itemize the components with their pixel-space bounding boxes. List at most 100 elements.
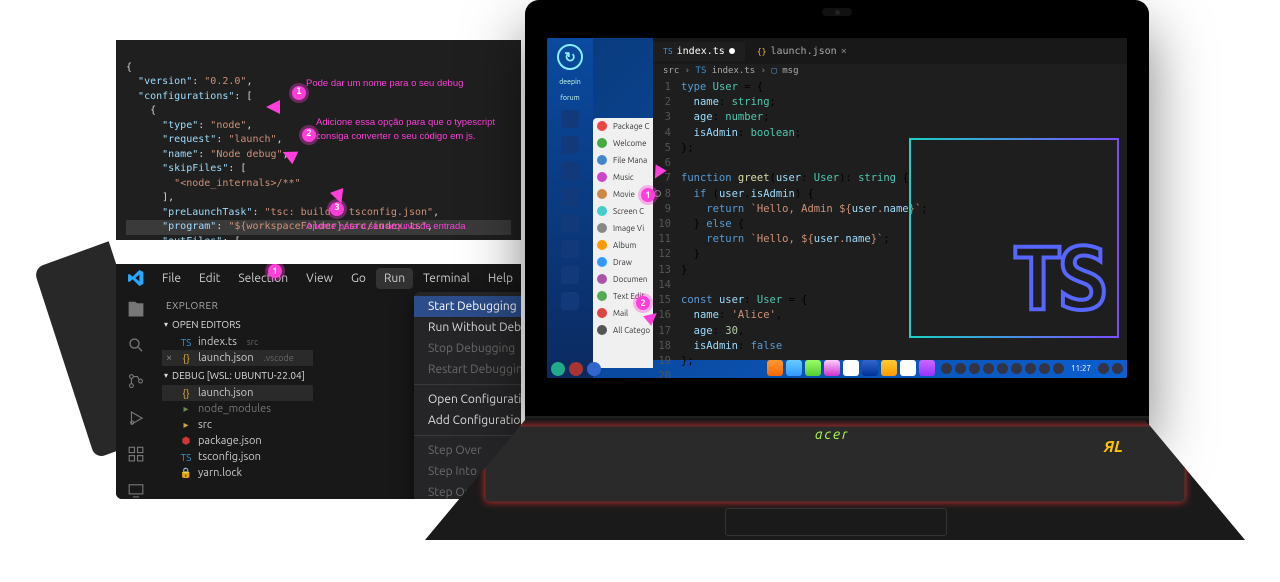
menu-edit[interactable]: Edit [191,268,228,289]
folder-icon: ▸ [180,419,192,431]
debug-icon[interactable] [125,409,147,427]
dock-icon[interactable] [862,360,878,376]
dock-icon[interactable] [900,360,916,376]
app-category[interactable]: Image Vi [593,220,653,237]
launcher-icon[interactable] [561,266,579,284]
close-editor-icon[interactable]: × [166,352,172,364]
dock-icon[interactable] [805,360,821,376]
category-icon [597,138,607,148]
appstore-panel: Package CWelcomeFile ManaMusicMovieScree… [593,118,653,368]
menu-go[interactable]: Go [343,268,374,289]
category-icon [597,121,607,131]
tree-src[interactable]: ▸src [162,417,313,433]
activity-bar [116,292,156,499]
app-icon[interactable] [569,362,583,376]
camera-icon [822,8,852,16]
tree-launch[interactable]: {}launch.json [162,385,313,401]
app-icon[interactable] [587,362,601,376]
app-category[interactable]: Music [593,169,653,186]
laptop: ↻ deepin forum Package CWelcomeFile Mana… [425,0,1175,582]
launcher-icon[interactable] [561,110,579,128]
app-category[interactable]: Documen [593,271,653,288]
category-icon [597,206,607,216]
dock-icon[interactable] [824,360,840,376]
unsaved-dot-icon [729,48,735,54]
deepin-forum: forum [560,94,579,102]
search-icon[interactable] [125,336,147,354]
watermark: ЯL [1104,438,1123,456]
launcher-icon[interactable] [561,188,579,206]
clock[interactable]: 11:27 [1067,364,1095,373]
deepin-logo-icon[interactable]: ↻ [557,44,583,70]
section-open-editors[interactable]: ▾OPEN EDITORS [162,315,313,334]
app-category[interactable]: Album [593,237,653,254]
tree-node-modules[interactable]: ▸node_modules [162,401,313,417]
extensions-icon[interactable] [125,445,147,463]
category-icon [597,291,607,301]
category-icon [597,240,607,250]
source-control-icon[interactable] [125,372,147,390]
sidebar-explorer: EXPLORER ▾OPEN EDITORS TSindex.tssrc ×{}… [156,292,319,499]
remote-icon[interactable] [125,481,147,499]
tray-icon[interactable] [941,363,952,374]
launcher-icon[interactable] [561,240,579,258]
tray-icon[interactable] [1039,363,1050,374]
tray-icon[interactable] [997,363,1008,374]
app-category[interactable]: Screen C [593,203,653,220]
menu-selection[interactable]: Selection [230,268,296,289]
tree-tsconfig[interactable]: TStsconfig.json [162,449,313,465]
close-tab-icon[interactable]: × [841,46,847,57]
explorer-icon[interactable] [125,300,147,318]
power-icon[interactable] [551,362,565,376]
breakpoint-unverified-icon[interactable] [654,190,661,197]
launcher-icon[interactable] [561,136,579,154]
tray-icon[interactable] [1025,363,1036,374]
category-icon [597,223,607,233]
variable-icon: ▢ [771,66,776,76]
launcher-icon[interactable] [561,292,579,310]
explorer-header: EXPLORER [162,296,313,315]
menu-run[interactable]: Run [376,268,413,289]
app-category[interactable]: File Mana [593,152,653,169]
launcher-icon[interactable] [561,214,579,232]
launcher-icon[interactable] [561,162,579,180]
tray-icon[interactable] [1053,363,1064,374]
tray-icon[interactable] [983,363,994,374]
dock-icon[interactable] [786,360,802,376]
ts-file-icon: TS [180,451,192,463]
json-file-icon: {} [180,387,192,399]
tray-icon[interactable] [1011,363,1022,374]
menu-file[interactable]: File [154,268,189,289]
tree-yarnlock[interactable]: 🔒yarn.lock [162,465,313,481]
dock-icon[interactable] [843,360,859,376]
app-category[interactable]: All Catego [593,322,653,339]
tree-package[interactable]: ⬢package.json [162,433,313,449]
section-debug[interactable]: ▾DEBUG [WSL: UBUNTU-22.04] [162,366,313,385]
bottom-left-icons [551,362,601,376]
open-editor-launch[interactable]: ×{}launch.json.vscode [162,350,313,366]
npm-icon: ⬢ [180,435,192,447]
open-editor-index[interactable]: TSindex.tssrc [162,334,313,350]
app-category[interactable]: Welcome [593,135,653,152]
system-tray: 11:27 [941,360,1123,376]
dock-icon[interactable] [767,360,783,376]
app-category[interactable]: Package C [593,118,653,135]
tray-icon[interactable] [955,363,966,374]
ts-file-icon: TS [663,47,673,56]
category-icon [597,257,607,267]
editor-tabs: TS index.ts {} launch.json × [653,38,1127,64]
dock-icon[interactable] [881,360,897,376]
category-icon [597,155,607,165]
breadcrumb[interactable]: src › TS index.ts › ▢ msg [653,64,1127,78]
category-icon [597,189,607,199]
deepin-brand: deepin [559,78,581,86]
menu-view[interactable]: View [298,268,341,289]
dock-icon[interactable] [919,360,935,376]
app-category[interactable]: Draw [593,254,653,271]
tab-index[interactable]: TS index.ts [653,42,745,61]
tray-icon[interactable] [969,363,980,374]
tray-icon[interactable] [1098,363,1109,374]
tab-launch[interactable]: {} launch.json × [747,42,857,61]
category-icon [597,172,607,182]
tray-icon[interactable] [1112,363,1123,374]
